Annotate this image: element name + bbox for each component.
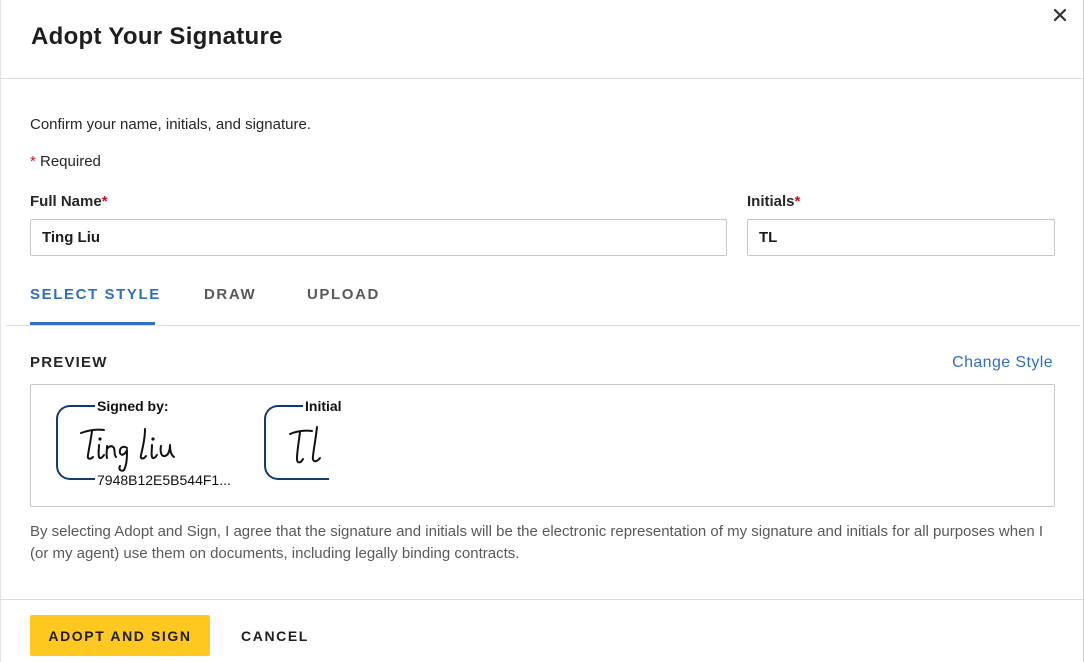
initials-required-star: * [794,193,801,210]
tab-select-style[interactable]: SELECT STYLE [30,286,161,325]
active-tab-indicator [30,322,155,325]
tab-upload[interactable]: UPLOAD [307,286,380,325]
tab-draw[interactable]: DRAW [204,286,256,325]
close-icon[interactable] [1049,4,1071,26]
initial-script [286,423,331,476]
initials-label: Initials* [747,193,800,210]
dialog-header: Adopt Your Signature [1,0,1083,79]
signed-by-caption: Signed by: [95,398,171,414]
full-name-label: Full Name* [30,193,108,210]
change-style-link[interactable]: Change Style [952,354,1053,372]
legal-disclosure: By selecting Adopt and Sign, I agree tha… [30,523,1044,562]
required-note: * Required [30,153,101,170]
signature-script [77,421,189,478]
full-name-input[interactable] [30,219,727,256]
initials-input[interactable] [747,219,1055,256]
dialog-title: Adopt Your Signature [31,23,283,50]
required-label: Required [35,153,101,170]
preview-label: PREVIEW [30,354,108,371]
initial-caption: Initial [303,398,344,414]
signature-style-tabs: SELECT STYLE DRAW UPLOAD [6,276,1080,326]
cancel-button[interactable]: CANCEL [232,615,318,656]
signature-id: 7948B12E5B544F1... [95,472,233,488]
signature-preview: Signed by: 7948B12E5B544F1... Initial [30,384,1055,507]
initials-label-text: Initials [747,193,795,210]
instructions-text: Confirm your name, initials, and signatu… [30,116,311,133]
full-name-label-text: Full Name [30,193,102,210]
adopt-and-sign-button[interactable]: ADOPT AND SIGN [30,615,210,656]
full-name-required-star: * [101,193,108,210]
adopt-signature-dialog: Adopt Your Signature Confirm your name, … [0,0,1084,662]
footer-divider [1,599,1083,600]
